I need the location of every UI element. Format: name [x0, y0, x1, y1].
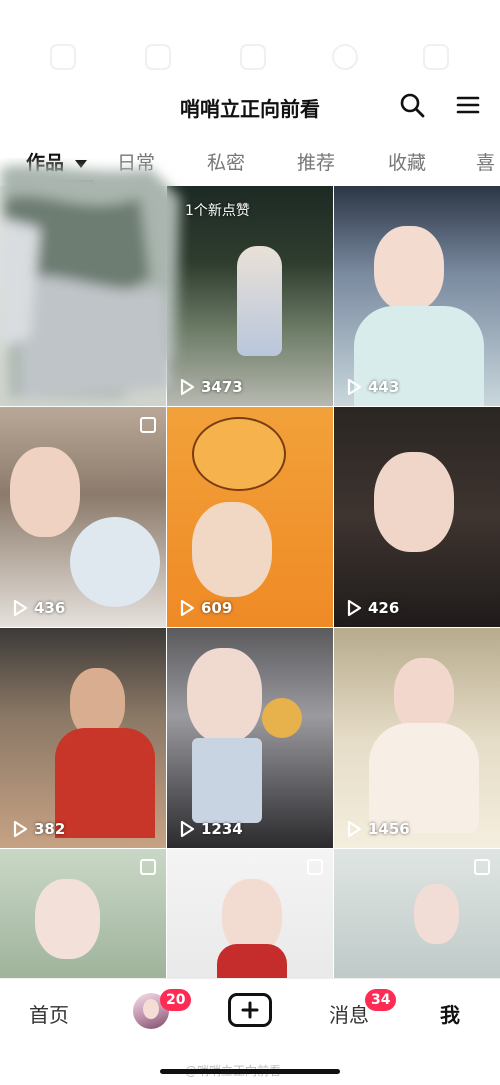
view-count: 1234 [179, 820, 243, 838]
thumbnail-dress [369, 723, 479, 833]
view-count-value: 443 [368, 378, 400, 396]
video-thumbnail[interactable] [0, 849, 166, 979]
blur-overlay-shape [0, 165, 180, 398]
profile-header: 哨哨立正向前看 [0, 85, 500, 125]
view-count-value: 382 [34, 820, 66, 838]
thumbnail-dress [217, 944, 287, 979]
avatar-face [143, 999, 159, 1019]
thumbnail-face [192, 502, 272, 597]
view-count: 426 [346, 599, 399, 617]
video-thumbnail[interactable] [334, 849, 500, 979]
play-icon [13, 820, 28, 838]
blurred-region [0, 158, 190, 408]
view-count: 436 [12, 599, 65, 617]
view-count-value: 3473 [201, 378, 243, 396]
friends-badge: 20 [160, 989, 192, 1011]
tab-likes[interactable]: 喜 [476, 148, 495, 175]
select-checkbox[interactable] [474, 859, 490, 875]
play-icon [347, 820, 362, 838]
ghost-overlay [0, 0, 500, 88]
search-icon[interactable] [398, 91, 426, 119]
ghost-icon [145, 44, 171, 70]
thumbnail-face [374, 452, 454, 552]
create-button[interactable] [228, 993, 272, 1027]
video-thumbnail[interactable]: 1456 [334, 628, 500, 848]
thumbnail-cake [70, 517, 160, 607]
thumbnail-card [192, 738, 262, 823]
select-checkbox[interactable] [140, 417, 156, 433]
nav-me[interactable]: 我 [440, 999, 460, 1028]
video-thumbnail[interactable]: 382 [0, 628, 166, 848]
play-icon [13, 599, 28, 617]
video-thumbnail[interactable] [167, 849, 333, 979]
view-count: 609 [179, 599, 232, 617]
ghost-icon [50, 44, 76, 70]
select-checkbox[interactable] [140, 859, 156, 875]
view-count-value: 609 [201, 599, 233, 617]
thumbnail-face [187, 648, 262, 743]
view-count: 1456 [346, 820, 410, 838]
new-likes-banner: 1个新点赞 [185, 203, 250, 219]
play-icon [347, 599, 362, 617]
menu-icon[interactable] [454, 91, 482, 119]
ghost-icon [240, 44, 266, 70]
view-count-value: 1234 [201, 820, 243, 838]
video-thumbnail[interactable]: 1234 [167, 628, 333, 848]
view-count-value: 1456 [368, 820, 410, 838]
thumbnail-shirt [55, 728, 155, 838]
tab-recommend[interactable]: 推荐 [297, 148, 335, 175]
thumbnail-face [35, 879, 100, 959]
ghost-icon [332, 44, 358, 70]
select-checkbox[interactable] [307, 859, 323, 875]
thumbnail-egg-tart [262, 698, 302, 738]
play-icon [180, 599, 195, 617]
video-thumbnail[interactable]: 609 [167, 407, 333, 627]
video-thumbnail[interactable]: 1个新点赞 3473 [167, 186, 333, 406]
view-count-value: 436 [34, 599, 66, 617]
view-count: 443 [346, 378, 399, 396]
thumbnail-cartoon [192, 417, 286, 491]
video-thumbnail[interactable]: 426 [334, 407, 500, 627]
home-indicator[interactable] [160, 1069, 340, 1074]
messages-badge: 34 [365, 989, 397, 1011]
tab-private[interactable]: 私密 [207, 148, 245, 175]
thumbnail-face [222, 879, 282, 954]
tab-favorites[interactable]: 收藏 [388, 148, 426, 175]
view-count: 382 [12, 820, 65, 838]
play-icon [347, 378, 362, 396]
video-thumbnail[interactable]: 436 [0, 407, 166, 627]
view-count-value: 426 [368, 599, 400, 617]
thumbnail-face [374, 226, 444, 311]
video-thumbnail[interactable]: 443 [334, 186, 500, 406]
nav-home[interactable]: 首页 [29, 999, 69, 1028]
ghost-icon [423, 44, 449, 70]
nav-messages[interactable]: 消息 [329, 999, 369, 1028]
plus-icon [241, 1001, 259, 1019]
thumbnail-face [10, 447, 80, 537]
play-icon [180, 820, 195, 838]
thumbnail-figure [237, 246, 282, 356]
thumbnail-face [414, 884, 459, 944]
thumbnail-face [394, 658, 454, 733]
